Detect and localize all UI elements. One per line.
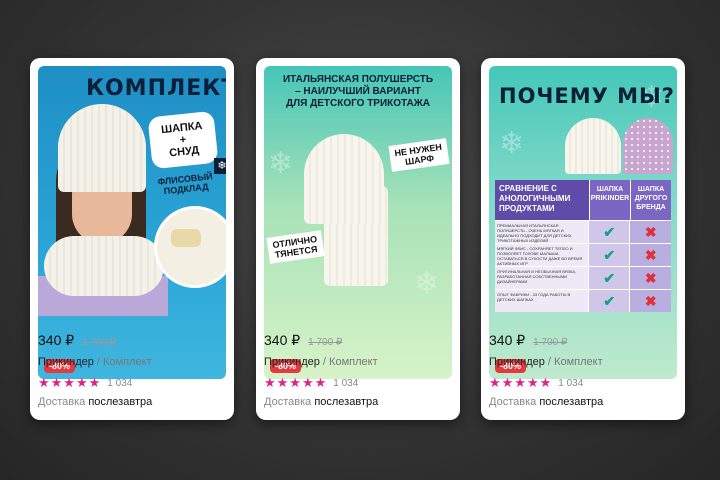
other-brand-hat <box>623 118 673 174</box>
comparison-table: СРАВНЕНИЕ С АНОЛОГИЧНЫМИ ПРОДУКТАМИ ШАПК… <box>495 180 671 312</box>
no-scarf-tag: НЕ НУЖЕН ШАРФ <box>388 138 450 172</box>
delivery-row: Доставка послезавтра <box>38 396 152 408</box>
old-price: 1 700 ₽ <box>308 337 343 348</box>
set-bubble: ШАПКА + СНУД <box>147 110 219 170</box>
table-title: СРАВНЕНИЕ С АНОЛОГИЧНЫМИ ПРОДУКТАМИ <box>495 180 589 220</box>
old-price: 1 700 ₽ <box>533 337 568 348</box>
snowflake-icon: ❄ <box>268 147 294 180</box>
cross-icon: ✖ <box>629 267 671 289</box>
separator: / <box>322 356 326 368</box>
table-row: ОПЫТ ФАБРИКИ - 33 ГОДА РАБОТЫ В ДЕТСКИХ … <box>495 289 671 312</box>
row-text: ОРИГИНАЛЬНАЯ И НЕОБЫЧНАЯ ВЯЗКА, РАЗРАБОТ… <box>495 267 588 289</box>
knit-hat <box>304 134 384 224</box>
image-headline: КОМПЛЕКТ <box>86 76 226 101</box>
fleece-zoom-circle <box>154 206 226 288</box>
table-header: СРАВНЕНИЕ С АНОЛОГИЧНЫМИ ПРОДУКТАМИ ШАПК… <box>495 180 671 220</box>
fleece-label: ФЛИСОВЫЙ ПОДКЛАД <box>157 171 214 197</box>
rating-row[interactable]: ★★★★★ 1 034 <box>264 375 358 391</box>
price: 340 ₽ <box>264 332 301 348</box>
category-label: Комплект <box>329 356 378 368</box>
table-row: ПРЕМИАЛЬНАЯ ИТАЛЬЯНСКАЯ ПОЛУШЕРСТЬ - ОЧЕ… <box>495 220 671 243</box>
brand-link[interactable]: Прикиндер <box>264 356 320 368</box>
knit-hat-front <box>58 104 146 192</box>
brand-row: Прикиндер / Комплект <box>38 356 152 368</box>
prikinder-hat <box>565 118 621 174</box>
brand-link[interactable]: Прикиндер <box>38 356 94 368</box>
check-icon: ✔ <box>587 244 630 266</box>
star-rating-icon: ★★★★★ <box>264 375 328 390</box>
table-row: МЯГКИЙ ФЛИС - СОХРАНЯЕТ ТЕПЛО И ПОЗВОЛЯЕ… <box>495 243 671 266</box>
price-row: 340 ₽ 1 700 ₽ <box>38 332 116 349</box>
price: 340 ₽ <box>489 332 526 348</box>
image-headline: ПОЧЕМУ МЫ? <box>499 84 675 108</box>
row-text: МЯГКИЙ ФЛИС - СОХРАНЯЕТ ТЕПЛО И ПОЗВОЛЯЕ… <box>495 244 588 266</box>
delivery-row: Доставка послезавтра <box>264 396 378 408</box>
check-icon: ✔ <box>587 221 630 243</box>
check-icon: ✔ <box>587 267 630 289</box>
star-rating-icon: ★★★★★ <box>38 375 102 390</box>
knit-snood <box>44 236 164 296</box>
stretch-tag: ОТЛИЧНО ТЯНЕТСЯ <box>266 230 325 264</box>
snowflake-icon: ❄ <box>499 127 525 160</box>
price: 340 ₽ <box>38 332 75 348</box>
rating-count: 1 034 <box>107 377 133 389</box>
delivery-label: Доставка <box>38 396 86 408</box>
table-row: ОРИГИНАЛЬНАЯ И НЕОБЫЧНАЯ ВЯЗКА, РАЗРАБОТ… <box>495 266 671 289</box>
product-card[interactable]: КОМПЛЕКТ ШАПКА + СНУД ФЛИСОВЫЙ ПОДКЛАД ❄… <box>30 58 234 420</box>
product-card[interactable]: ❄ ❄ ПОЧЕМУ МЫ? СРАВНЕНИЕ С АНОЛОГИЧНЫМИ … <box>481 58 685 420</box>
product-card[interactable]: ❄ ❄ ИТАЛЬЯНСКАЯ ПОЛУШЕРСТЬ – НАИЛУЧШИЙ В… <box>256 58 460 420</box>
rating-row[interactable]: ★★★★★ 1 034 <box>38 375 132 391</box>
category-label: Комплект <box>103 356 152 368</box>
brand-link[interactable]: Прикиндер <box>489 356 545 368</box>
separator: / <box>547 356 551 368</box>
delivery-value: послезавтра <box>88 396 153 408</box>
row-text: ПРЕМИАЛЬНАЯ ИТАЛЬЯНСКАЯ ПОЛУШЕРСТЬ - ОЧЕ… <box>495 221 588 243</box>
image-headline: ИТАЛЬЯНСКАЯ ПОЛУШЕРСТЬ – НАИЛУЧШИЙ ВАРИА… <box>282 74 434 109</box>
rating-count: 1 034 <box>558 377 584 389</box>
price-row: 340 ₽ 1 700 ₽ <box>264 332 342 349</box>
cross-icon: ✖ <box>629 244 671 266</box>
brand-row: Прикиндер / Комплект <box>264 356 378 368</box>
price-row: 340 ₽ 1 700 ₽ <box>489 332 567 349</box>
cross-icon: ✖ <box>629 290 671 312</box>
check-icon: ✔ <box>587 290 630 312</box>
snowflake-icon: ❄ <box>414 267 440 300</box>
brand-row: Прикиндер / Комплект <box>489 356 603 368</box>
column-prikinder: ШАПКА PRIKINDER <box>589 180 630 220</box>
delivery-value: послезавтра <box>314 396 379 408</box>
category-label: Комплект <box>554 356 603 368</box>
delivery-value: послезавтра <box>539 396 604 408</box>
old-price: 1 700 ₽ <box>82 337 117 348</box>
rating-row[interactable]: ★★★★★ 1 034 <box>489 375 583 391</box>
column-other-brand: ШАПКА ДРУГОГО БРЕНДА <box>630 180 671 220</box>
delivery-label: Доставка <box>264 396 312 408</box>
star-rating-icon: ★★★★★ <box>489 375 553 390</box>
rating-count: 1 034 <box>333 377 359 389</box>
cross-icon: ✖ <box>629 221 671 243</box>
delivery-row: Доставка послезавтра <box>489 396 603 408</box>
separator: / <box>96 356 100 368</box>
delivery-label: Доставка <box>489 396 537 408</box>
row-text: ОПЫТ ФАБРИКИ - 33 ГОДА РАБОТЫ В ДЕТСКИХ … <box>495 290 588 312</box>
snowflake-icon: ❄ <box>214 158 226 174</box>
